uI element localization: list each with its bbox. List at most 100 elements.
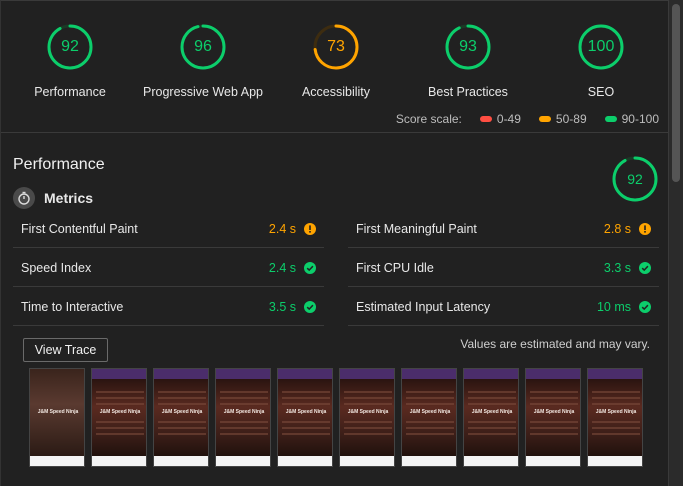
thumb-stripe [530, 427, 578, 429]
thumb-title: J&M Speed Ninja [99, 409, 141, 415]
metric-name: First Contentful Paint [21, 221, 138, 236]
performance-title: Performance [13, 156, 105, 173]
metric-time-to-interactive: Time to Interactive 3.5 s [13, 288, 324, 326]
thumb-stripe [406, 391, 454, 393]
gauge-accessibility[interactable]: 73 Accessibility [271, 23, 401, 99]
thumb-stripe [220, 391, 268, 393]
thumb-stripe [96, 427, 144, 429]
thumb-title: J&M Speed Ninja [285, 409, 327, 415]
thumb-stripe [158, 433, 206, 435]
thumb-navbar [464, 369, 518, 379]
thumb-stripe [220, 433, 268, 435]
filmstrip-frame: J&M Speed Ninja [215, 368, 271, 467]
metric-value: 2.4 s [268, 221, 296, 236]
thumb-stripe [406, 403, 454, 405]
thumb-title: J&M Speed Ninja [409, 409, 451, 415]
metrics-header: Metrics [13, 187, 93, 209]
thumb-stripe [344, 427, 392, 429]
metric-name: Speed Index [21, 260, 92, 275]
thumb-footer [92, 456, 146, 466]
metric-speed-index: Speed Index 2.4 s [13, 249, 324, 287]
thumb-stripe [344, 391, 392, 393]
section-divider [1, 132, 669, 133]
metric-value: 2.8 s [603, 221, 631, 236]
thumb-navbar [92, 369, 146, 379]
filmstrip-frame: J&M Speed Ninja [29, 368, 85, 467]
gauge-score: 100 [587, 38, 615, 55]
score-scale: Score scale: 0-49 50-89 90-100 [396, 112, 659, 126]
scale-pass-label: 90-100 [621, 112, 659, 126]
thumb-stripe [344, 433, 392, 435]
performance-score: 92 [627, 171, 643, 187]
thumb-stripe [530, 391, 578, 393]
thumb-navbar [588, 369, 642, 379]
thumb-footer [216, 456, 270, 466]
thumb-stripe [96, 397, 144, 399]
filmstrip-frame: J&M Speed Ninja [339, 368, 395, 467]
metric-first-cpu-idle: First CPU Idle 3.3 s [348, 249, 659, 287]
thumb-stripe [282, 427, 330, 429]
thumb-stripe [530, 397, 578, 399]
thumb-stripe [96, 433, 144, 435]
thumb-stripe [282, 403, 330, 405]
thumb-footer [154, 456, 208, 466]
thumb-stripe [344, 397, 392, 399]
thumb-footer [402, 456, 456, 466]
filmstrip-frame: J&M Speed Ninja [587, 368, 643, 467]
thumb-stripe [158, 403, 206, 405]
thumb-stripe [592, 433, 640, 435]
thumb-footer [30, 456, 84, 466]
gauge-label: Best Practices [428, 85, 508, 99]
thumb-title: J&M Speed Ninja [347, 409, 389, 415]
thumb-stripe [96, 403, 144, 405]
thumb-footer [340, 456, 394, 466]
thumb-stripe [220, 421, 268, 423]
thumb-stripe [344, 421, 392, 423]
info-icon [304, 222, 316, 235]
thumb-stripe [592, 397, 640, 399]
thumb-stripe [158, 391, 206, 393]
thumb-navbar [216, 369, 270, 379]
thumb-stripe [158, 427, 206, 429]
gauge-best-practices[interactable]: 93 Best Practices [403, 23, 533, 99]
scrollbar-thumb[interactable] [672, 4, 680, 182]
thumb-title: J&M Speed Ninja [471, 409, 513, 415]
score-scale-title: Score scale: [395, 112, 462, 126]
report-frame: 92 Performance 96 Progressive Web App 73… [0, 0, 669, 486]
thumb-navbar [402, 369, 456, 379]
gauge-seo[interactable]: 100 SEO [536, 23, 666, 99]
check-icon [304, 261, 316, 274]
gauge-label: Accessibility [301, 85, 371, 99]
scrollbar[interactable] [668, 0, 683, 486]
gauge-score: 93 [459, 38, 477, 55]
thumb-title: J&M Speed Ninja [533, 409, 575, 415]
info-icon [639, 222, 651, 235]
thumb-stripe [220, 403, 268, 405]
gauge-performance[interactable]: 92 Performance [5, 23, 135, 99]
metric-estimated-input-latency: Estimated Input Latency 10 ms [348, 288, 659, 326]
gauge-label: SEO [587, 85, 615, 99]
gauge-pwa[interactable]: 96 Progressive Web App [138, 23, 268, 99]
thumb-stripe [592, 421, 640, 423]
thumb-stripe [468, 427, 516, 429]
thumb-navbar [340, 369, 394, 379]
thumb-title: J&M Speed Ninja [161, 409, 203, 415]
thumb-stripe [468, 403, 516, 405]
thumb-stripe [530, 403, 578, 405]
thumb-stripe [282, 391, 330, 393]
thumb-stripe [406, 427, 454, 429]
thumb-stripe [282, 397, 330, 399]
view-trace-button[interactable]: View Trace [23, 338, 108, 362]
metric-value: 2.4 s [268, 260, 296, 275]
thumb-stripe [96, 391, 144, 393]
estimate-note: Values are estimated and may vary. [460, 337, 650, 351]
filmstrip-frame: J&M Speed Ninja [401, 368, 457, 467]
thumb-footer [588, 456, 642, 466]
thumb-stripe [406, 433, 454, 435]
metric-value: 3.3 s [603, 260, 631, 275]
thumb-stripe [96, 421, 144, 423]
metric-value: 3.5 s [268, 299, 296, 314]
filmstrip-frame: J&M Speed Ninja [91, 368, 147, 467]
filmstrip-frame: J&M Speed Ninja [277, 368, 333, 467]
metrics-title: Metrics [44, 190, 94, 206]
